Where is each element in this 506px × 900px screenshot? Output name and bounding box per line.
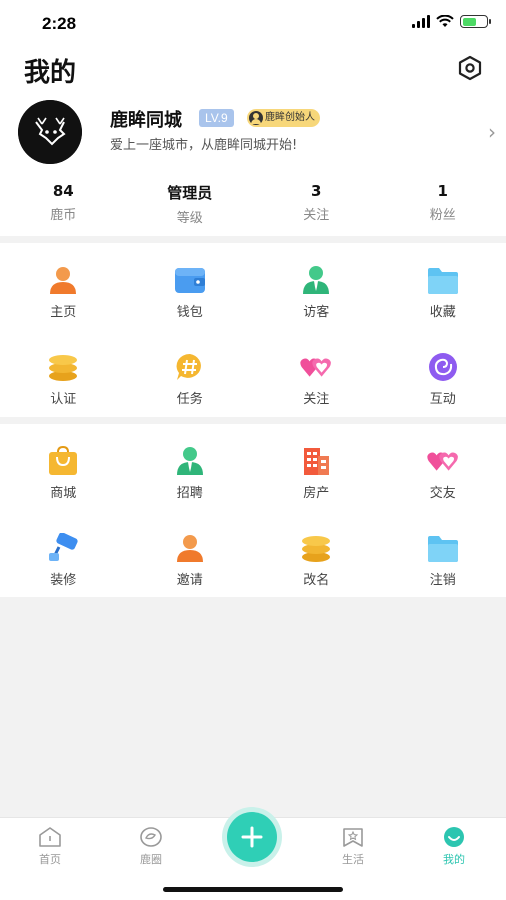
grid-label: 商城 (50, 486, 77, 501)
hearts-icon (300, 358, 332, 377)
stat-fans[interactable]: 1 粉丝 (380, 166, 506, 236)
stat-coins[interactable]: 84 鹿币 (0, 166, 127, 236)
stat-label: 等级 (176, 211, 203, 226)
shopping-bag-icon (49, 446, 78, 475)
circle-icon (140, 827, 162, 847)
grid-label: 主页 (50, 305, 77, 320)
grid-label: 交友 (429, 486, 456, 501)
tab-label: 鹿圈 (140, 853, 162, 866)
username: 鹿眸同城 (110, 110, 182, 131)
coins-icon (49, 355, 78, 381)
signal-icon (412, 15, 430, 28)
folder-icon (427, 268, 458, 294)
stat-value: 管理员 (167, 184, 213, 202)
grid-label: 邀请 (176, 572, 203, 588)
grid-item-mall[interactable]: 商城 (0, 424, 127, 507)
profile-card[interactable]: 鹿眸同城 LV.9 鹿眸创始人 爱上一座城市，从鹿眸同城开始! › (0, 94, 506, 166)
grid-label: 钱包 (176, 305, 203, 320)
level-badge: LV.9 (199, 109, 234, 127)
person-icon (50, 267, 77, 294)
life-icon (343, 828, 363, 847)
tab-me[interactable]: 我的 (419, 826, 489, 867)
grid-item-rename[interactable]: 改名 (253, 511, 380, 594)
grid-item-interact[interactable]: 互动 (380, 330, 506, 413)
profile-bio: 爱上一座城市，从鹿眸同城开始! (110, 138, 298, 153)
grid-label: 访客 (303, 305, 330, 320)
grid-label: 认证 (50, 392, 77, 407)
tab-home[interactable]: 首页 (15, 826, 85, 867)
grid-item-invite[interactable]: 邀请 (127, 511, 254, 594)
plus-icon (241, 826, 263, 848)
grid-item-visitors[interactable]: 访客 (253, 243, 380, 326)
stat-value: 84 (52, 182, 74, 200)
grid-label: 房产 (303, 486, 330, 501)
tab-bar: 首页 鹿圈 生活 我的 (0, 812, 506, 900)
founder-icon (249, 111, 263, 125)
folder-icon (427, 535, 458, 562)
tab-label: 我的 (443, 853, 465, 866)
grid-label: 招聘 (176, 486, 203, 501)
stat-label: 关注 (303, 208, 330, 223)
grid-label: 注销 (429, 572, 456, 588)
menu-grid-primary: 主页 钱包 访客 收藏 认证 任务 关注 互动 (0, 243, 506, 417)
menu-grid-secondary: 商城 招聘 房产 交友 装修 邀请 改名 注销 (0, 424, 506, 597)
battery-icon (460, 15, 491, 28)
building-icon (304, 448, 330, 475)
swirl-icon (428, 353, 457, 381)
grid-item-follow[interactable]: 关注 (253, 330, 380, 413)
status-time: 2:28 (42, 14, 77, 33)
grid-item-favorites[interactable]: 收藏 (380, 243, 506, 326)
deer-logo-icon (18, 100, 82, 164)
tab-label: 首页 (39, 853, 61, 866)
grid-item-deregister[interactable]: 注销 (380, 511, 506, 594)
stats-row: 84 鹿币 管理员 等级 3 关注 1 粉丝 (0, 166, 506, 236)
stat-value: 1 (437, 182, 448, 200)
stat-level[interactable]: 管理员 等级 (127, 166, 254, 236)
stat-value: 3 (311, 182, 322, 200)
grid-item-dating[interactable]: 交友 (380, 424, 506, 507)
stat-label: 粉丝 (429, 208, 456, 223)
grid-item-property[interactable]: 房产 (253, 424, 380, 507)
hashtag-icon (176, 353, 201, 380)
header: 我的 (0, 48, 506, 94)
coins-icon (302, 535, 331, 562)
grid-item-recruit[interactable]: 招聘 (127, 424, 254, 507)
grid-item-tasks[interactable]: 任务 (127, 330, 254, 413)
me-icon (444, 827, 464, 847)
grid-label: 收藏 (429, 305, 456, 320)
status-icons (412, 15, 491, 28)
grid-item-wallet[interactable]: 钱包 (127, 243, 254, 326)
grid-label: 装修 (50, 572, 77, 588)
status-bar: 2:28 (0, 0, 506, 48)
tab-life[interactable]: 生活 (318, 826, 388, 867)
add-button[interactable] (227, 812, 277, 862)
grid-label: 关注 (303, 392, 330, 407)
visitor-icon (303, 266, 330, 294)
wifi-icon (436, 15, 454, 27)
grid-item-verify[interactable]: 认证 (0, 330, 127, 413)
page-title: 我的 (24, 58, 77, 88)
tab-circle[interactable]: 鹿圈 (116, 826, 186, 867)
settings-hexagon-icon[interactable] (456, 54, 484, 82)
paint-roller-icon (49, 532, 78, 561)
founder-badge-label: 鹿眸创始人 (265, 112, 315, 123)
grid-item-homepage[interactable]: 主页 (0, 243, 127, 326)
chevron-right-icon[interactable]: › (488, 120, 496, 144)
stat-label: 鹿币 (50, 208, 77, 223)
home-indicator (163, 887, 343, 892)
founder-badge: 鹿眸创始人 (247, 109, 320, 127)
avatar[interactable] (18, 100, 82, 164)
stat-following[interactable]: 3 关注 (253, 166, 380, 236)
grid-label: 任务 (176, 392, 203, 407)
grid-label: 互动 (429, 392, 456, 407)
tab-label: 生活 (342, 853, 364, 866)
recruit-icon (176, 447, 203, 475)
grid-item-decor[interactable]: 装修 (0, 511, 127, 594)
wallet-icon (174, 268, 205, 293)
hearts-icon (427, 452, 458, 471)
person-icon (176, 534, 203, 562)
grid-label: 改名 (303, 572, 330, 588)
home-icon (39, 827, 61, 847)
